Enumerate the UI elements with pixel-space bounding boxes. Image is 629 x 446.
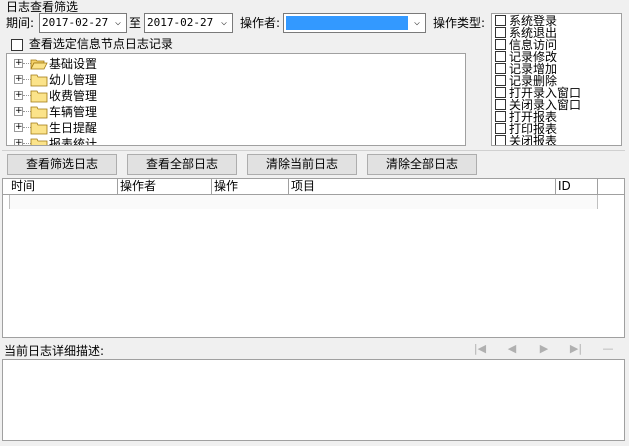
- op-type-label: 操作类型:: [433, 16, 486, 30]
- chevron-down-icon[interactable]: ⌵: [410, 15, 424, 31]
- checkbox-box[interactable]: [495, 87, 506, 98]
- operator-label: 操作者:: [240, 16, 281, 30]
- last-record-icon[interactable]: ▶|: [569, 343, 583, 355]
- node-log-checkbox-label: 查看选定信息节点日志记录: [28, 37, 173, 51]
- folder-icon: [30, 122, 48, 135]
- chevron-down-icon[interactable]: ⌵: [217, 15, 231, 31]
- next-record-icon[interactable]: ▶: [537, 343, 551, 355]
- folder-icon: [30, 90, 48, 103]
- checkbox-box[interactable]: [495, 51, 506, 62]
- checkbox-box[interactable]: [495, 99, 506, 110]
- folder-icon: [30, 106, 48, 119]
- log-table[interactable]: 时间 操作者 操作 项目 ID: [2, 178, 625, 338]
- checkbox-box[interactable]: [11, 38, 23, 51]
- expand-icon[interactable]: +: [14, 139, 23, 145]
- minus-icon[interactable]: —: [601, 343, 615, 355]
- op-type-label: 关闭报表: [509, 134, 558, 146]
- tree-item-label: 幼儿管理: [49, 73, 98, 87]
- checkbox-box[interactable]: [495, 123, 506, 134]
- view-all-log-button[interactable]: 查看全部日志: [127, 154, 237, 175]
- folder-icon: [30, 138, 48, 145]
- table-row[interactable]: [9, 195, 598, 209]
- tree-item-label: 收费管理: [49, 89, 98, 103]
- checkbox-box[interactable]: [495, 27, 506, 38]
- table-header: 时间 操作者 操作 项目 ID: [3, 179, 624, 195]
- column-header-operator[interactable]: 操作者: [118, 179, 212, 194]
- date-to-picker[interactable]: 2017-02-27 ⌵: [144, 13, 233, 33]
- tree-item-label: 基础设置: [49, 57, 98, 71]
- detail-textarea[interactable]: [2, 359, 625, 441]
- column-header-action[interactable]: 操作: [212, 179, 289, 194]
- checkbox-box[interactable]: [495, 135, 506, 145]
- group-divider: [2, 150, 625, 151]
- date-to-value: 2017-02-27: [147, 16, 214, 29]
- view-filtered-log-button[interactable]: 查看筛选日志: [7, 154, 117, 175]
- folder-open-icon: [30, 59, 48, 70]
- date-from-picker[interactable]: 2017-02-27 ⌵: [39, 13, 127, 33]
- op-type-checklist[interactable]: 系统登录 系统退出 信息访问 记录修改 记录增加 记录删除 打开录入窗口 关闭录…: [491, 13, 622, 146]
- expand-icon[interactable]: +: [14, 91, 23, 100]
- tree-item-label: 生日提醒: [49, 121, 98, 135]
- period-label: 期间:: [6, 16, 35, 30]
- column-header-id[interactable]: ID: [556, 179, 598, 194]
- operator-select[interactable]: ⌵: [283, 13, 426, 33]
- folder-icon: [30, 74, 48, 87]
- prev-record-icon[interactable]: ◀: [505, 343, 519, 355]
- detail-label: 当前日志详细描述:: [4, 344, 105, 358]
- tree-item-label: 报表统计: [49, 137, 98, 146]
- module-tree[interactable]: + 基础设置 + 幼儿管理 + 收费管理 + 车辆管理 + 生日提醒 + 报表统…: [6, 53, 466, 146]
- operator-selected-value: [286, 16, 408, 30]
- expand-icon[interactable]: +: [14, 59, 23, 68]
- checkbox-box[interactable]: [495, 111, 506, 122]
- node-log-checkbox[interactable]: 查看选定信息节点日志记录: [11, 37, 173, 51]
- to-label: 至: [129, 16, 142, 30]
- expand-icon[interactable]: +: [14, 107, 23, 116]
- checkbox-box[interactable]: [495, 39, 506, 50]
- expand-icon[interactable]: +: [14, 75, 23, 84]
- chevron-down-icon[interactable]: ⌵: [111, 15, 125, 31]
- checkbox-box[interactable]: [495, 15, 506, 26]
- checkbox-box[interactable]: [495, 63, 506, 74]
- op-type-item[interactable]: 关闭报表: [495, 134, 558, 146]
- clear-all-log-button[interactable]: 清除全部日志: [367, 154, 477, 175]
- expand-icon[interactable]: +: [14, 123, 23, 132]
- clear-current-log-button[interactable]: 清除当前日志: [247, 154, 357, 175]
- column-header-item[interactable]: 项目: [289, 179, 556, 194]
- date-from-value: 2017-02-27: [42, 16, 109, 29]
- filter-group-title: 日志查看筛选: [6, 0, 79, 14]
- tree-item-label: 车辆管理: [49, 105, 98, 119]
- checkbox-box[interactable]: [495, 75, 506, 86]
- column-header-time[interactable]: 时间: [9, 179, 118, 194]
- first-record-icon[interactable]: |◀: [473, 343, 487, 355]
